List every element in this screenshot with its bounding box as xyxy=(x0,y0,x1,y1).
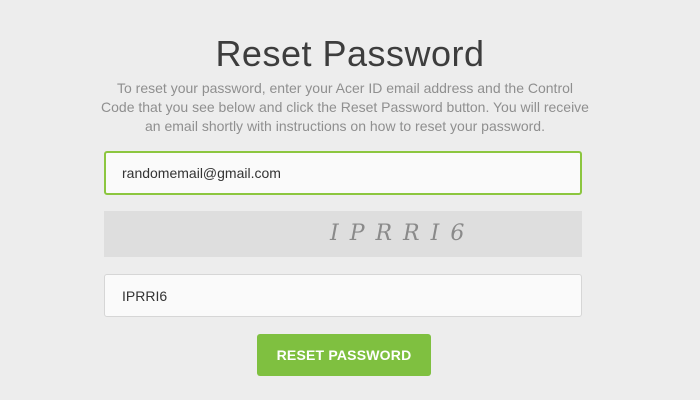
control-code-field[interactable] xyxy=(104,274,582,317)
instructions-text: To reset your password, enter your Acer … xyxy=(101,80,589,134)
captcha-image: IPRRI6 xyxy=(104,211,582,257)
captcha-text: IPRRI6 xyxy=(330,221,476,246)
email-field[interactable] xyxy=(104,151,582,195)
page-title: Reset Password xyxy=(215,33,485,75)
reset-password-button[interactable]: RESET PASSWORD xyxy=(257,334,431,376)
